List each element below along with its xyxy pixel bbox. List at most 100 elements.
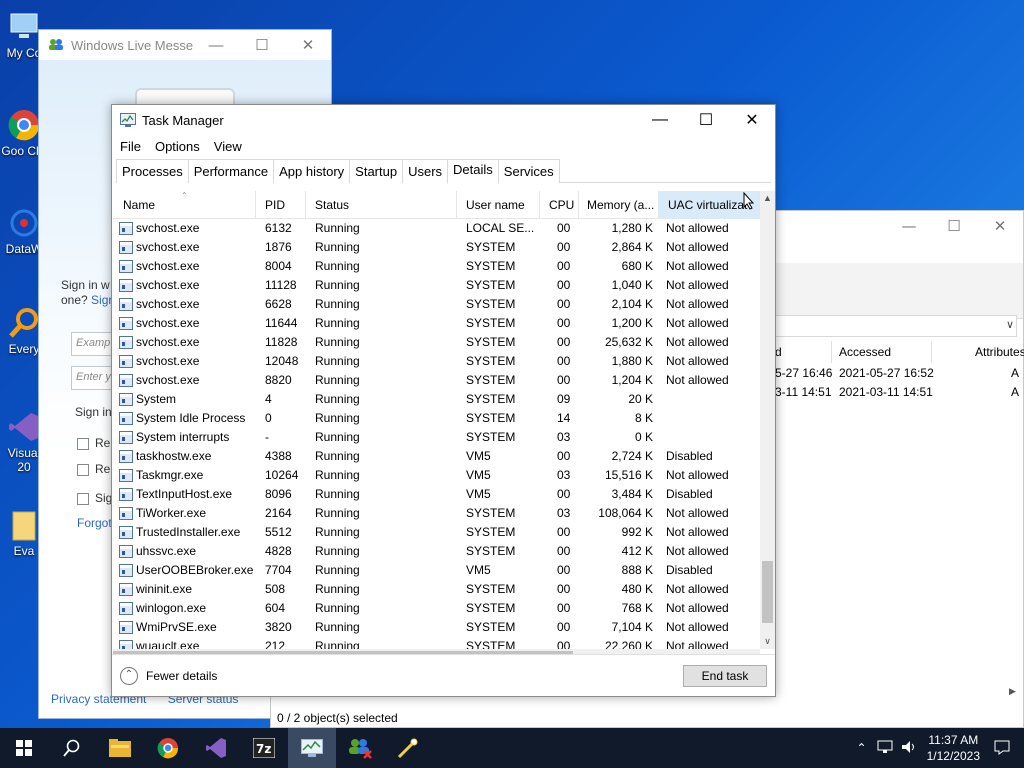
process-row[interactable]: svchost.exe 11128 Running SYSTEM 00 1,040 K No… (113, 276, 760, 295)
process-user: SYSTEM (466, 392, 516, 406)
taskbar-chrome[interactable] (144, 728, 192, 768)
menu-options[interactable]: Options (155, 139, 200, 154)
clock[interactable]: 11:37 AM 1/12/2023 (927, 732, 980, 764)
tab-app-history[interactable]: App history (273, 159, 351, 183)
scroll-up-arrow[interactable]: ▲ (760, 193, 775, 203)
process-row[interactable]: System Idle Process 0 Running SYSTEM 14 8 K (113, 409, 760, 428)
process-row[interactable]: TiWorker.exe 2164 Running SYSTEM 03 108,064 K… (113, 504, 760, 523)
menu-view[interactable]: View (214, 139, 242, 154)
chevron-down-icon[interactable]: ∨ (1006, 318, 1014, 331)
col-pid[interactable]: PID (255, 191, 306, 219)
messenger-close-button[interactable]: ✕ (285, 36, 331, 54)
explorer-scroll-right-arrow[interactable]: ▶ (1009, 687, 1016, 697)
process-row[interactable]: UserOOBEBroker.exe 7704 Running VM5 00 888 K D… (113, 561, 760, 580)
process-row[interactable]: System interrupts - Running SYSTEM 03 0 K (113, 428, 760, 447)
process-status: Running (315, 392, 360, 406)
explorer-minimize-button[interactable]: — (886, 217, 932, 235)
taskbar-visual-studio[interactable] (192, 728, 240, 768)
process-row[interactable]: svchost.exe 12048 Running SYSTEM 00 1,880 K No… (113, 352, 760, 371)
process-row[interactable]: Taskmgr.exe 10264 Running VM5 03 15,516 K Not … (113, 466, 760, 485)
taskbar-wand-app[interactable] (384, 728, 432, 768)
explorer-maximize-button[interactable]: ☐ (931, 217, 977, 235)
process-row[interactable]: wuauclt.exe 212 Running SYSTEM 00 22,260 K Not… (113, 637, 760, 649)
process-uac: Not allowed (666, 506, 729, 520)
col-cpu[interactable]: CPU (539, 191, 579, 219)
process-name: svchost.exe (136, 221, 200, 235)
process-row[interactable]: winlogon.exe 604 Running SYSTEM 00 768 K Not a… (113, 599, 760, 618)
explorer-col-accessed[interactable]: Accessed (839, 345, 891, 359)
process-memory: 15,516 K (604, 468, 653, 482)
messenger-check-3[interactable]: Sig (77, 491, 112, 505)
start-button[interactable] (0, 728, 48, 768)
col-user-name[interactable]: User name (456, 191, 540, 219)
process-uac: Not allowed (666, 221, 729, 235)
process-icon (119, 621, 133, 634)
process-icon (119, 583, 133, 596)
chevron-up-icon[interactable]: ⌃ (857, 741, 867, 755)
fewer-details-button[interactable]: ⌃ Fewer details (120, 667, 217, 685)
process-row[interactable]: svchost.exe 8004 Running SYSTEM 00 680 K Not a… (113, 257, 760, 276)
volume-icon[interactable] (901, 740, 917, 757)
taskbar-messenger[interactable] (336, 728, 384, 768)
tab-processes[interactable]: Processes (116, 159, 189, 183)
taskbar-7zip[interactable]: 7z (240, 728, 288, 768)
process-row[interactable]: svchost.exe 8820 Running SYSTEM 00 1,204 K Not… (113, 371, 760, 390)
process-name: Taskmgr.exe (136, 468, 204, 482)
messenger-minimize-button[interactable]: — (193, 37, 239, 54)
process-status: Running (315, 582, 360, 596)
messenger-maximize-button[interactable]: ☐ (239, 36, 285, 54)
close-button[interactable]: ✕ (729, 105, 775, 135)
taskbar-task-manager[interactable] (288, 728, 336, 768)
process-name: svchost.exe (136, 240, 200, 254)
process-memory: 22,260 K (604, 639, 653, 649)
tab-startup[interactable]: Startup (349, 159, 404, 183)
process-row[interactable]: TrustedInstaller.exe 5512 Running SYSTEM 00 9… (113, 523, 760, 542)
messenger-forgot-link[interactable]: Forgot (77, 516, 112, 530)
process-status: Running (315, 563, 360, 577)
process-row[interactable]: svchost.exe 6628 Running SYSTEM 00 2,104 K Not… (113, 295, 760, 314)
process-pid: 0 (265, 411, 272, 425)
explorer-col-attributes[interactable]: Attributes (975, 345, 1024, 359)
process-user: SYSTEM (466, 354, 516, 368)
process-row[interactable]: uhssvc.exe 4828 Running SYSTEM 00 412 K Not al… (113, 542, 760, 561)
explorer-close-button[interactable]: ✕ (977, 217, 1023, 235)
network-icon[interactable] (877, 740, 893, 757)
process-row[interactable]: System 4 Running SYSTEM 09 20 K (113, 390, 760, 409)
process-row[interactable]: svchost.exe 11644 Running SYSTEM 00 1,200 K No… (113, 314, 760, 333)
tab-strip: Processes Performance App history Startu… (116, 159, 771, 184)
taskbar: 7z ⌃ 11:37 AM 1/12/2023 (0, 728, 1024, 768)
process-row[interactable]: WmiPrvSE.exe 3820 Running SYSTEM 00 7,104 K No… (113, 618, 760, 637)
process-row[interactable]: svchost.exe 6132 Running LOCAL SE... 00 1,280… (113, 219, 760, 238)
col-memory[interactable]: Memory (a... (577, 191, 659, 219)
menu-file[interactable]: File (120, 139, 141, 154)
process-uac: Not allowed (666, 639, 729, 649)
process-row[interactable]: TextInputHost.exe 8096 Running VM5 00 3,484 K… (113, 485, 760, 504)
scroll-down-arrow[interactable]: ∨ (760, 636, 775, 647)
process-cpu: 00 (557, 639, 571, 649)
process-user: SYSTEM (466, 620, 516, 634)
search-button[interactable] (48, 728, 96, 768)
process-cpu: 00 (557, 449, 571, 463)
process-cpu: 00 (557, 601, 571, 615)
process-row[interactable]: wininit.exe 508 Running SYSTEM 00 480 K Not al… (113, 580, 760, 599)
process-uac: Not allowed (666, 278, 729, 292)
process-user: VM5 (466, 468, 491, 482)
end-task-button[interactable]: End task (683, 665, 767, 687)
datawrapper-icon (7, 206, 41, 240)
process-row[interactable]: taskhostw.exe 4388 Running VM5 00 2,724 K Disa… (113, 447, 760, 466)
col-status[interactable]: Status (305, 191, 457, 219)
tab-performance[interactable]: Performance (187, 159, 275, 183)
maximize-button[interactable]: ☐ (683, 105, 729, 135)
process-row[interactable]: svchost.exe 1876 Running SYSTEM 00 2,864 K Not… (113, 238, 760, 257)
taskbar-file-explorer[interactable] (96, 728, 144, 768)
tab-details[interactable]: Details (447, 159, 499, 184)
process-status: Running (315, 278, 360, 292)
notification-icon[interactable] (994, 739, 1010, 758)
tab-services[interactable]: Services (497, 159, 560, 183)
scrollbar-thumb[interactable] (762, 561, 773, 623)
process-rows: svchost.exe 6132 Running LOCAL SE... 00 1,280… (113, 219, 760, 649)
minimize-button[interactable]: — (637, 105, 683, 135)
vertical-scrollbar[interactable]: ▲ ∨ (760, 191, 775, 649)
tab-users[interactable]: Users (402, 159, 449, 183)
process-row[interactable]: svchost.exe 11828 Running SYSTEM 00 25,632 K N… (113, 333, 760, 352)
